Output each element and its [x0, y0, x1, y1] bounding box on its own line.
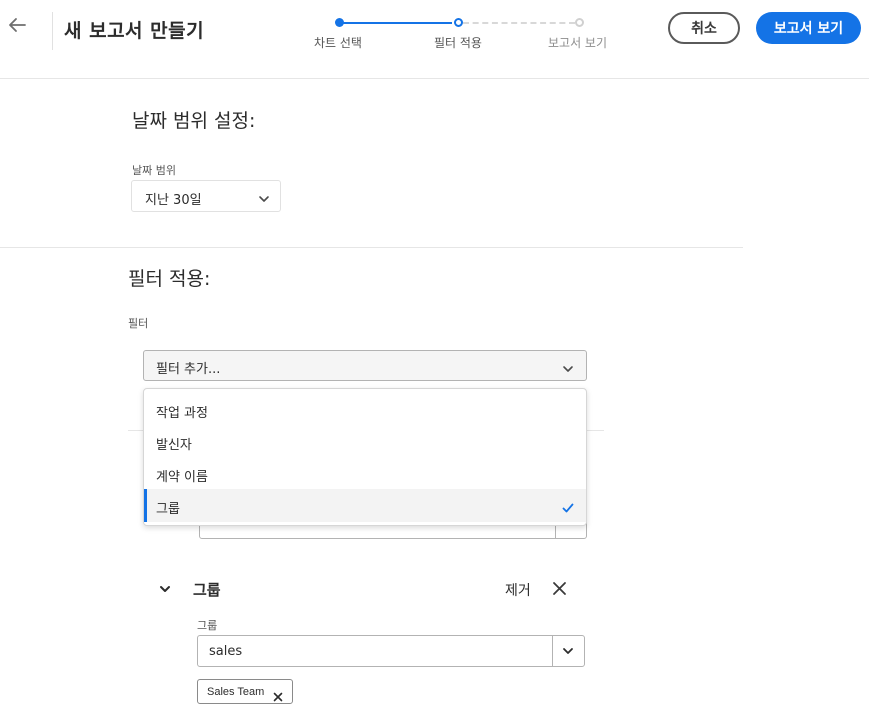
view-report-button[interactable]: 보고서 보기 [756, 12, 861, 44]
add-filter-dropdown[interactable]: 필터 추가... [143, 350, 587, 381]
filters-label: 필터 [128, 317, 149, 330]
filter-option-agreement-name[interactable]: 계약 이름 [144, 457, 586, 489]
selected-indicator [144, 489, 147, 522]
step-connector-upcoming [463, 22, 575, 24]
filter-option-sender[interactable]: 발신자 [144, 425, 586, 457]
filter-option-label: 계약 이름 [156, 470, 208, 485]
progress-stepper: 차트 선택 필터 적용 보고서 보기 [300, 14, 630, 54]
cancel-button[interactable]: 취소 [668, 12, 740, 44]
filter-option-label: 그룹 [156, 502, 180, 517]
step-connector-complete [342, 22, 452, 24]
step-dot-current [454, 18, 463, 27]
chevron-down-icon [258, 190, 270, 202]
group-filter-heading: 그룹 [193, 581, 221, 599]
section-divider [0, 247, 743, 248]
date-range-value: 지난 30일 [145, 193, 202, 208]
group-combobox[interactable]: sales [197, 635, 585, 667]
step-label-select-chart: 차트 선택 [314, 36, 362, 50]
filter-options-menu: 작업 과정 발신자 계약 이름 그룹 [143, 388, 587, 526]
step-label-view-report: 보고서 보기 [548, 36, 608, 50]
step-dot-complete [335, 18, 344, 27]
tag-label: Sales Team [207, 686, 265, 698]
add-filter-placeholder: 필터 추가... [156, 362, 221, 377]
filter-option-group[interactable]: 그룹 [144, 489, 586, 522]
group-dropdown-toggle[interactable] [553, 636, 584, 666]
chevron-down-icon [562, 360, 574, 372]
filter-option-label: 발신자 [156, 438, 192, 453]
filter-option-label: 작업 과정 [156, 406, 208, 421]
filter-option-workflow[interactable]: 작업 과정 [144, 393, 586, 425]
date-range-picker[interactable]: 지난 30일 [131, 180, 281, 212]
date-range-section-title: 날짜 범위 설정: [132, 110, 256, 132]
step-dot-upcoming [575, 18, 584, 27]
group-input-value: sales [209, 644, 243, 659]
header-divider [52, 12, 53, 50]
header: 새 보고서 만들기 차트 선택 필터 적용 보고서 보기 취소 보고서 보기 [0, 0, 869, 79]
remove-filter-button[interactable]: 제거 [505, 580, 531, 600]
checkmark-icon [562, 499, 574, 513]
filters-section-title: 필터 적용: [128, 268, 211, 290]
group-field-label: 그룹 [197, 619, 218, 632]
remove-tag-icon[interactable] [273, 687, 283, 702]
close-icon[interactable] [552, 581, 567, 596]
selected-group-tag: Sales Team [197, 679, 294, 704]
chevron-down-icon [563, 648, 573, 654]
page-title: 새 보고서 만들기 [64, 20, 205, 42]
back-arrow-icon[interactable] [6, 14, 28, 36]
step-label-apply-filters: 필터 적용 [434, 36, 482, 50]
collapse-chevron-icon[interactable] [158, 581, 172, 595]
date-range-label: 날짜 범위 [132, 164, 176, 177]
